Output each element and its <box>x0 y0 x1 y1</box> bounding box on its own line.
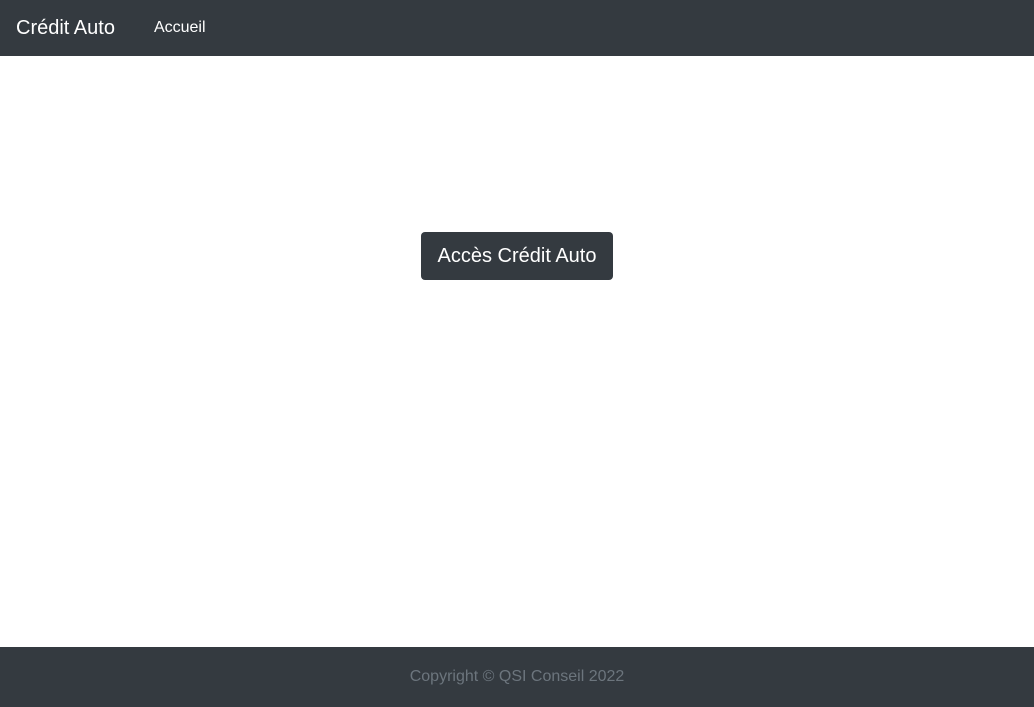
nav-link-accueil[interactable]: Accueil <box>154 20 206 36</box>
copyright-text: Copyright © QSI Conseil 2022 <box>409 668 625 685</box>
footer: Copyright © QSI Conseil 2022 <box>0 647 1034 707</box>
main-content: Accès Crédit Auto <box>0 56 1034 647</box>
top-navbar: Crédit Auto Accueil <box>0 0 1034 56</box>
acces-credit-auto-button[interactable]: Accès Crédit Auto <box>421 232 613 280</box>
navbar-brand[interactable]: Crédit Auto <box>16 18 115 38</box>
